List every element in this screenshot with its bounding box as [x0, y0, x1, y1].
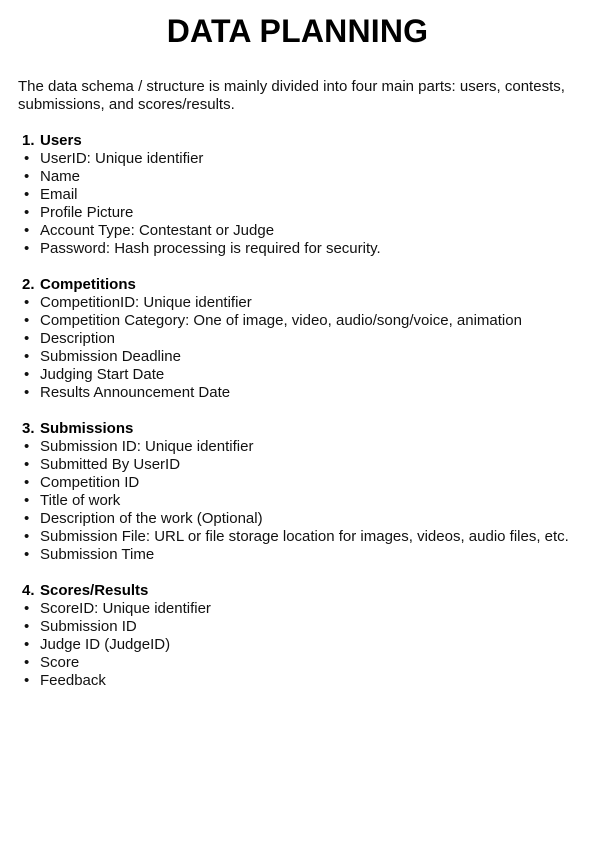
section-heading-label: Submissions [40, 420, 134, 437]
bullet-list: • ScoreID: Unique identifier • Submission I… [22, 600, 582, 690]
section-number: 2. [22, 276, 35, 293]
intro-paragraph: The data schema / structure is mainly di… [18, 78, 565, 113]
bullet-icon: • [24, 438, 30, 455]
section-heading-label: Competitions [40, 276, 136, 293]
bullet-icon: • [24, 348, 30, 365]
bullet-icon: • [24, 240, 30, 257]
bullet-icon: • [24, 222, 30, 239]
list-item: • Competition Category: One of image, vid… [22, 312, 582, 330]
section-2: 2. Competitions • CompetitionID: Unique ide… [22, 276, 582, 402]
list-item-text: Email [40, 186, 78, 203]
section-heading: 1. Users [22, 132, 582, 150]
list-item: • Title of work [22, 492, 582, 510]
list-item: • Submission File: URL or file storage lo… [22, 528, 582, 546]
bullet-icon: • [24, 294, 30, 311]
list-item: • CompetitionID: Unique identifier [22, 294, 582, 312]
list-item-text: Description of the work (Optional) [40, 510, 263, 527]
section-number: 3. [22, 420, 35, 437]
list-item: • Name [22, 168, 582, 186]
document-page: DATA PLANNING The data schema / structur… [0, 0, 595, 842]
list-item: • Account Type: Contestant or Judge [22, 222, 582, 240]
bullet-icon: • [24, 366, 30, 383]
list-item: • Submission ID [22, 618, 582, 636]
bullet-icon: • [24, 186, 30, 203]
list-item-text: Submission ID [40, 618, 137, 635]
list-item-text: Score [40, 654, 80, 671]
section-number: 4. [22, 582, 35, 599]
list-item-text: Profile Picture [40, 204, 134, 221]
list-item: • Description of the work (Optional) [22, 510, 582, 528]
list-item-text: Results Announcement Date [40, 384, 231, 401]
list-item-text: Feedback [40, 672, 106, 689]
list-item: • Score [22, 654, 582, 672]
bullet-icon: • [24, 330, 30, 347]
bullet-icon: • [24, 654, 30, 671]
section-heading: 2. Competitions [22, 276, 582, 294]
bullet-icon: • [24, 618, 30, 635]
bullet-icon: • [24, 474, 30, 491]
list-item-text: Judging Start Date [40, 366, 165, 383]
page-title: DATA PLANNING [166, 13, 429, 49]
bullet-list: • CompetitionID: Unique identifier • Compet… [22, 294, 582, 402]
list-item-text: Description [40, 330, 116, 347]
list-item: • Feedback [22, 672, 582, 690]
list-item-text: Title of work [40, 492, 121, 509]
bullet-icon: • [24, 456, 30, 473]
sections-container: 1. Users • UserID: Unique identifier • Name • E… [22, 132, 582, 708]
bullet-icon: • [24, 546, 30, 563]
list-item-text: Account Type: Contestant or Judge [40, 222, 275, 239]
list-item: • Judging Start Date [22, 366, 582, 384]
list-item-text: CompetitionID: Unique identifier [40, 294, 252, 311]
list-item: • ScoreID: Unique identifier [22, 600, 582, 618]
list-item: • Description [22, 330, 582, 348]
bullet-icon: • [24, 510, 30, 527]
list-item-text: ScoreID: Unique identifier [40, 600, 211, 617]
bullet-icon: • [24, 150, 30, 167]
list-item: • Submission Time [22, 546, 582, 564]
list-item: • Submission ID: Unique identifier [22, 438, 582, 456]
list-item-text: Submission File: URL or file storage loc… [40, 528, 569, 545]
list-item: • Results Announcement Date [22, 384, 582, 402]
bullet-icon: • [24, 312, 30, 329]
section-1: 1. Users • UserID: Unique identifier • Name • E… [22, 132, 582, 258]
bullet-icon: • [24, 384, 30, 401]
section-heading: 3. Submissions [22, 420, 582, 438]
section-heading-label: Scores/Results [40, 582, 149, 599]
bullet-icon: • [24, 492, 30, 509]
bullet-icon: • [24, 528, 30, 545]
section-heading: 4. Scores/Results [22, 582, 582, 600]
list-item: • Judge ID (JudgeID) [22, 636, 582, 654]
list-item-text: Submission Time [40, 546, 155, 563]
bullet-icon: • [24, 204, 30, 221]
bullet-list: • Submission ID: Unique identifier • Submit… [22, 438, 582, 564]
section-3: 3. Submissions • Submission ID: Unique iden… [22, 420, 582, 564]
section-number: 1. [22, 132, 35, 149]
bullet-icon: • [24, 672, 30, 689]
list-item-text: Name [40, 168, 81, 185]
list-item-text: Password: Hash processing is required fo… [40, 240, 381, 257]
list-item: • Email [22, 186, 582, 204]
list-item: • Password: Hash processing is required f… [22, 240, 582, 258]
section-4: 4. Scores/Results • ScoreID: Unique identif… [22, 582, 582, 690]
bullet-icon: • [24, 636, 30, 653]
list-item: • Profile Picture [22, 204, 582, 222]
bullet-list: • UserID: Unique identifier • Name • Email • Pr… [22, 150, 582, 258]
list-item-text: Judge ID (JudgeID) [40, 636, 171, 653]
list-item: • UserID: Unique identifier [22, 150, 582, 168]
list-item-text: Competition Category: One of image, vide… [40, 312, 522, 329]
list-item: • Submitted By UserID [22, 456, 582, 474]
list-item-text: UserID: Unique identifier [40, 150, 204, 167]
list-item-text: Competition ID [40, 474, 140, 491]
bullet-icon: • [24, 600, 30, 617]
section-heading-label: Users [40, 132, 82, 149]
list-item-text: Submitted By UserID [40, 456, 181, 473]
list-item-text: Submission Deadline [40, 348, 181, 365]
list-item-text: Submission ID: Unique identifier [40, 438, 254, 455]
list-item: • Submission Deadline [22, 348, 582, 366]
list-item: • Competition ID [22, 474, 582, 492]
bullet-icon: • [24, 168, 30, 185]
